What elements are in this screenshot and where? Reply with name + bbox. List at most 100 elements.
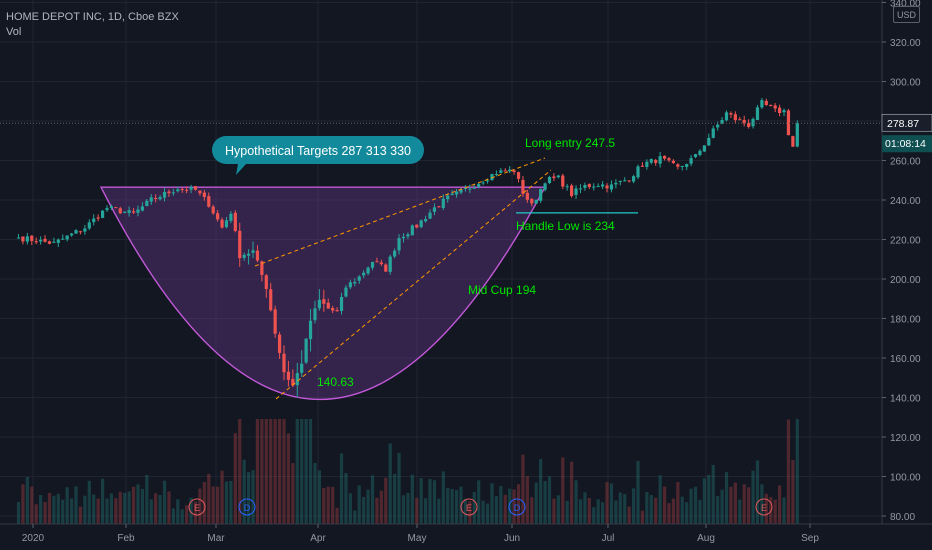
candle-body [370, 261, 375, 268]
volume-bar [211, 486, 215, 524]
volume-bar [74, 486, 78, 524]
volume-bar [357, 485, 361, 524]
candle-body [366, 267, 370, 274]
volume-bar [432, 480, 437, 524]
volume-bar [136, 484, 140, 524]
candle-body [131, 211, 136, 213]
volume-bar [454, 489, 459, 524]
volume-bar [578, 499, 583, 524]
candle-body [61, 238, 65, 240]
candle-body [649, 159, 653, 163]
volume-bar [605, 482, 609, 524]
candle-body [100, 210, 105, 218]
volume-bar [649, 495, 653, 524]
volume-bar [419, 478, 423, 524]
candle-body [56, 239, 60, 243]
candle-body [335, 310, 339, 312]
volume-bar [556, 495, 560, 524]
candle-body [791, 136, 795, 147]
candle-body [795, 123, 799, 147]
candle-body [583, 185, 587, 188]
volume-bar [140, 488, 144, 524]
volume-bar [685, 502, 689, 524]
candle-body [592, 186, 596, 188]
price-axis[interactable]: 340.00320.00300.00280.00260.00240.00220.… [881, 0, 932, 524]
volume-bar [304, 419, 308, 524]
candle-body [362, 272, 366, 276]
volume-bar [552, 498, 556, 524]
symbol-title: HOME DEPOT INC, 1D, Cboe BZX [6, 11, 179, 23]
candle-body [162, 191, 167, 198]
volume-bar [100, 478, 105, 524]
candle-body [393, 250, 397, 257]
volume-bar [472, 491, 476, 524]
candle-body [755, 107, 760, 121]
price-tick-label: 300.00 [890, 78, 921, 89]
candle-body [503, 170, 507, 172]
candle-body [472, 187, 476, 189]
time-tick-label: 2020 [22, 533, 45, 544]
volume-bar [379, 490, 383, 524]
candle-body [92, 218, 96, 223]
candle-body [87, 222, 91, 229]
volume-bar [83, 495, 87, 524]
volume-bar [636, 460, 640, 524]
candle-body [83, 228, 87, 232]
candle-body [39, 239, 43, 242]
candle-body [118, 208, 122, 214]
volume-bar [441, 471, 445, 524]
candle-body [78, 231, 83, 233]
volume-bar [220, 470, 224, 524]
time-axis[interactable]: 2020 Feb Mar Apr May Jun Jul Aug Sep [0, 523, 932, 544]
volume-bar [16, 501, 21, 524]
price-tick-label: 320.00 [890, 38, 921, 49]
volume-bar [662, 486, 667, 524]
volume-bar [623, 494, 627, 524]
candle-body [286, 371, 291, 380]
candle-body [238, 230, 242, 259]
volume-bar [716, 496, 720, 524]
volume-bar [43, 501, 47, 524]
price-tick-label: 240.00 [890, 196, 921, 207]
callout-text: Hypothetical Targets 287 313 330 [225, 144, 411, 158]
candle-body [313, 308, 317, 321]
candle-body [353, 281, 357, 284]
volume-bar [326, 486, 330, 524]
volume-bar [747, 487, 751, 524]
candle-body [499, 170, 503, 173]
volume-bar [565, 500, 569, 524]
volume-bar [428, 479, 432, 524]
volume-bar [724, 472, 729, 524]
volume-bar [366, 489, 370, 524]
chart-canvas[interactable]: Long entry 247.5 Handle Low is 234 Mid Cup… [0, 0, 932, 550]
candle-body [224, 220, 229, 228]
currency-button[interactable]: USD [893, 6, 920, 23]
volume-bar [676, 481, 680, 524]
volume-bar [534, 482, 538, 524]
price-tick-label: 80.00 [890, 512, 915, 523]
candle-body [676, 164, 680, 167]
volume-bar [87, 480, 91, 524]
candle-body [180, 188, 184, 190]
volume-bar [313, 463, 317, 524]
volume-bar [61, 499, 65, 524]
volume-bar [255, 419, 260, 524]
candle-body [565, 186, 569, 188]
volume-bar [401, 495, 406, 524]
candle-body [154, 198, 158, 200]
volume-bar [185, 505, 189, 524]
volume-bar [70, 498, 74, 524]
volume-bar [393, 473, 397, 524]
earnings-marker-label: E [466, 503, 472, 513]
candle-body [530, 199, 534, 204]
candle-body [724, 112, 729, 121]
candle-body [308, 320, 313, 340]
candle-body [716, 124, 720, 128]
volume-bar [424, 498, 428, 524]
candle-body [105, 208, 109, 211]
candle-body [149, 197, 153, 202]
time-tick-label: May [408, 533, 427, 544]
candle-body [711, 128, 715, 138]
candle-body [317, 299, 321, 309]
volume-bar [65, 487, 69, 524]
